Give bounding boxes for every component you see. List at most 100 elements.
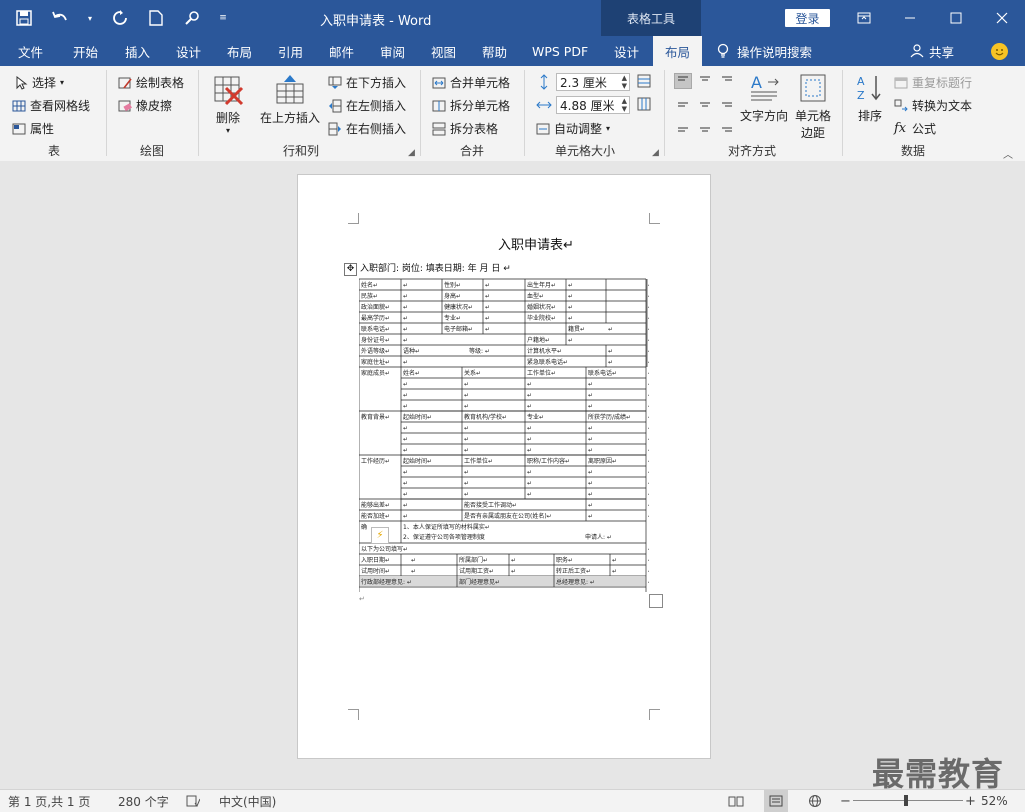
table-cell-text: 籍贯↵ [568, 325, 585, 333]
tab-view[interactable]: 视图 [431, 36, 456, 66]
align-middle-center-button[interactable] [696, 96, 714, 112]
tab-table-design[interactable]: 设计 [614, 36, 639, 66]
save-icon[interactable] [14, 8, 34, 28]
web-layout-icon[interactable] [808, 790, 822, 812]
tab-help[interactable]: 帮助 [482, 36, 507, 66]
maximize-button[interactable] [933, 0, 979, 36]
zoom-level[interactable]: 52% [981, 790, 1008, 812]
table-cell-text: ↵ [403, 425, 408, 432]
group-label-rows-columns: 行和列 [282, 144, 319, 158]
sort-button[interactable]: AZ 排序 [854, 72, 886, 124]
customize-qat-icon[interactable]: ≡ [218, 8, 228, 28]
tell-me-search[interactable]: 操作说明搜索 [717, 36, 812, 66]
draw-table-button[interactable]: 绘制表格 [118, 74, 184, 91]
insert-left-button[interactable]: 在左侧插入 [328, 97, 406, 114]
row-height-input[interactable]: 2.3 厘米 ▲ ▼ [556, 73, 630, 91]
page-count[interactable]: 第 1 页,共 1 页 [8, 790, 90, 812]
text-direction-button[interactable]: A 文字方向 [739, 72, 789, 124]
login-button[interactable]: 登录 [785, 9, 830, 27]
convert-to-text-button[interactable]: 转换为文本 [894, 97, 972, 114]
word-count[interactable]: 280 个字 [118, 790, 169, 812]
merge-cells-button[interactable]: 合并单元格 [432, 74, 510, 91]
distribute-columns-icon[interactable] [637, 97, 651, 111]
table-cell-text: 紧急联系电话↵ [527, 358, 568, 366]
align-bottom-left-button[interactable] [674, 119, 692, 135]
text-direction-label: 文字方向 [739, 109, 788, 123]
tab-wps-pdf[interactable]: WPS PDF [532, 36, 588, 66]
split-table-button[interactable]: 拆分表格 [432, 120, 498, 137]
column-width-input[interactable]: 4.88 厘米 ▲ ▼ [556, 96, 630, 114]
formula-button[interactable]: fx 公式 [894, 120, 936, 137]
autofit-button[interactable]: 自动调整 ▾ [536, 120, 610, 137]
new-document-icon[interactable] [146, 8, 166, 28]
table-cell-text: ↵ [411, 568, 416, 575]
split-cells-button[interactable]: 拆分单元格 [432, 97, 510, 114]
svg-text:Z: Z [857, 89, 865, 102]
repeat-header-rows-button[interactable]: 重复标题行 [894, 74, 972, 91]
language-indicator[interactable]: 中文(中国) [219, 790, 276, 812]
table-cell-text: ↵ [568, 293, 573, 300]
align-top-right-button[interactable] [718, 73, 736, 89]
person-icon [910, 44, 924, 58]
dialog-launcher-icon[interactable]: ◢ [652, 148, 659, 158]
align-bottom-center-button[interactable] [696, 119, 714, 135]
undo-icon[interactable] [50, 8, 70, 28]
delete-button[interactable]: 删除 ▾ [210, 74, 246, 135]
lightning-smart-tag-icon[interactable]: ⚡ [371, 527, 389, 544]
zoom-slider-thumb[interactable] [904, 795, 908, 806]
ribbon-display-options-button[interactable] [841, 0, 887, 36]
spinner-arrows-icon[interactable]: ▲ ▼ [622, 97, 627, 113]
table-resize-handle-icon[interactable] [649, 594, 663, 608]
table-cell-text: ↵ [403, 315, 408, 322]
zoom-out-icon[interactable]: − [840, 790, 851, 812]
table-cell-text: 转正后工资↵ [556, 567, 591, 575]
align-top-center-button[interactable] [696, 73, 714, 89]
spinner-arrows-icon[interactable]: ▲ ▼ [622, 74, 627, 90]
dialog-launcher-icon[interactable]: ◢ [408, 148, 415, 158]
chevron-down-icon[interactable]: ▾ [86, 8, 94, 28]
print-layout-icon[interactable] [764, 790, 788, 812]
minimize-button[interactable] [887, 0, 933, 36]
collapse-ribbon-icon[interactable]: ︿ [1003, 146, 1013, 161]
align-middle-left-button[interactable] [674, 96, 692, 112]
read-mode-icon[interactable] [728, 790, 744, 812]
tab-design[interactable]: 设计 [176, 36, 201, 66]
zoom-slider-track[interactable] [853, 800, 963, 801]
find-icon[interactable] [182, 8, 202, 28]
zoom-in-icon[interactable]: + [965, 790, 976, 812]
view-gridlines-button[interactable]: 查看网格线 [12, 97, 90, 114]
text-direction-icon: A [751, 73, 779, 101]
tab-file[interactable]: 文件 [18, 36, 43, 66]
redo-icon[interactable] [110, 8, 130, 28]
select-button[interactable]: 选择 ▾ [14, 74, 64, 91]
align-top-left-button[interactable] [674, 73, 692, 89]
properties-button[interactable]: 属性 [12, 120, 54, 137]
tab-insert[interactable]: 插入 [125, 36, 150, 66]
draw-table-icon [118, 77, 132, 88]
tab-layout[interactable]: 布局 [227, 36, 252, 66]
distribute-rows-icon[interactable] [637, 74, 651, 88]
align-middle-right-button[interactable] [718, 96, 736, 112]
tab-table-layout[interactable]: 布局 [653, 36, 703, 66]
cell-margins-button[interactable]: 单元格 边距 [793, 72, 833, 141]
align-bottom-right-button[interactable] [718, 119, 736, 135]
tab-review[interactable]: 审阅 [380, 36, 405, 66]
tab-references[interactable]: 引用 [278, 36, 303, 66]
tab-mailings[interactable]: 邮件 [329, 36, 354, 66]
document-page[interactable]: 入职申请表↵ ✥ 入职部门: 岗位: 填表日期: 年 月 日 ↵ 姓名↵ ↵ 性别↵… [297, 174, 711, 759]
delete-label: 删除 [215, 111, 240, 125]
insert-right-button[interactable]: 在右侧插入 [328, 120, 406, 137]
insert-above-button[interactable]: 在上方插入 [258, 74, 322, 126]
share-button[interactable]: 共享 [910, 36, 954, 66]
tab-home[interactable]: 开始 [73, 36, 98, 66]
application-form-table[interactable]: 姓名↵ ↵ 性别↵ ↵ 出生年月↵ ↵ ↵ 民族↵ ↵ 身高↵ ↵ 血型↵ ↵ ↵ 政治面貌↵ ↵ 健康状况↵ ↵… [359, 278, 649, 594]
table-cell-text: ↵ [403, 436, 408, 443]
table-cell-text: 等级: ↵ [469, 347, 490, 355]
table-cell-text: ↵ [527, 392, 532, 399]
insert-below-button[interactable]: 在下方插入 [328, 74, 406, 91]
table-move-handle-icon[interactable]: ✥ [344, 263, 357, 276]
eraser-button[interactable]: 橡皮擦 [118, 97, 172, 114]
proofing-icon[interactable] [186, 790, 200, 812]
smiley-feedback-icon[interactable] [991, 43, 1008, 60]
close-button[interactable] [979, 0, 1025, 36]
